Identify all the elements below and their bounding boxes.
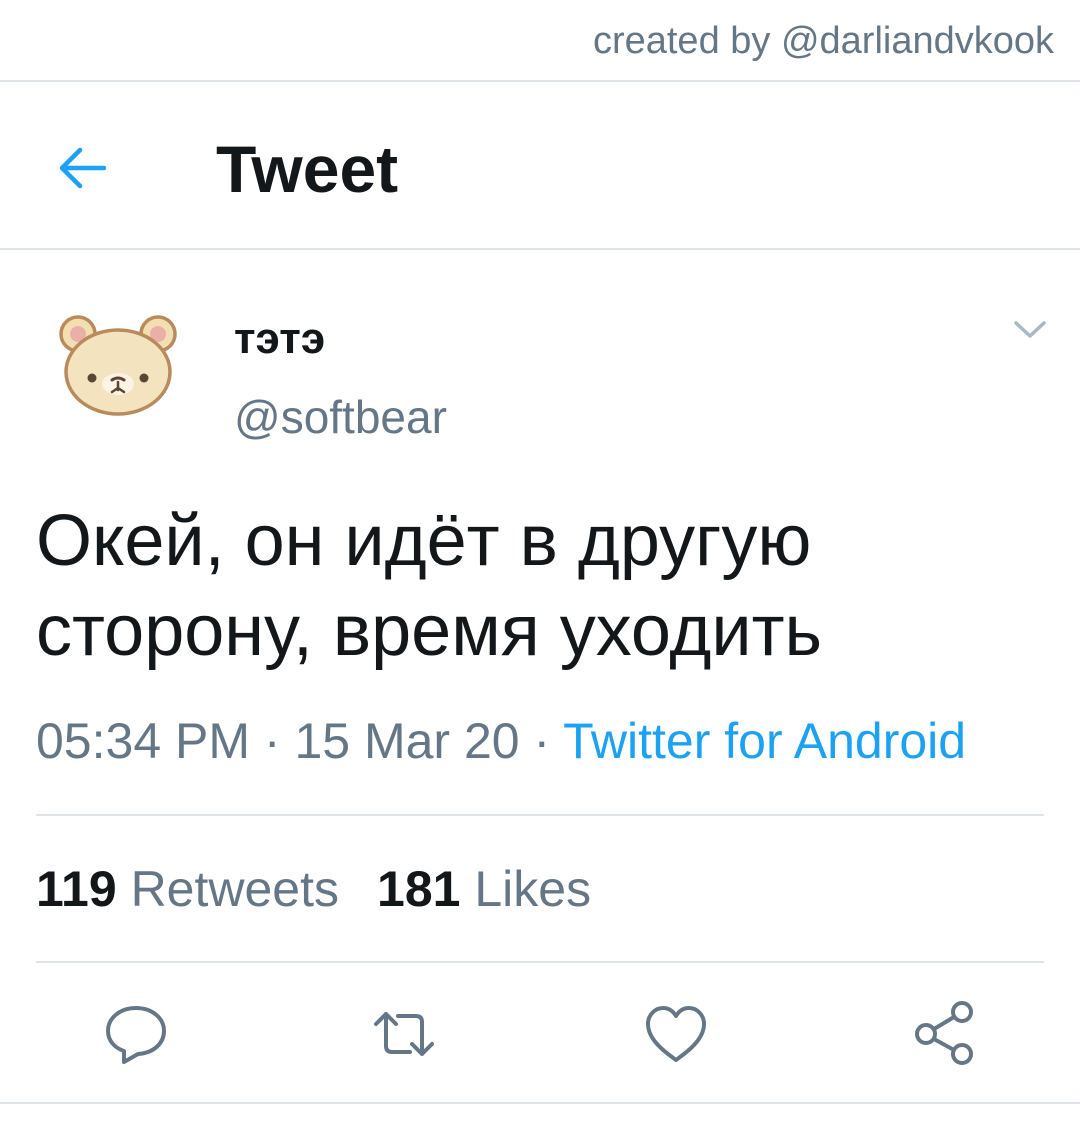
- stats-divider: [36, 961, 1044, 963]
- bottom-divider: [0, 1102, 1080, 1104]
- header-divider: [0, 248, 1080, 250]
- author-display-name[interactable]: тэтэ: [234, 314, 325, 364]
- bear-face-icon: [59, 315, 177, 416]
- heart-icon: [646, 1006, 706, 1062]
- tweet-text-line-2: сторону, время уходить: [36, 591, 823, 671]
- retweet-button[interactable]: [366, 996, 442, 1072]
- tweet-stats: 119 Retweets 181 Likes: [36, 860, 591, 918]
- arrow-left-icon: [59, 147, 107, 189]
- reply-button[interactable]: [98, 996, 174, 1072]
- retweets-stat[interactable]: 119 Retweets: [36, 861, 339, 917]
- tweet-source-link[interactable]: Twitter for Android: [563, 713, 966, 769]
- likes-count: 181: [377, 861, 461, 917]
- tweet-menu-button[interactable]: [1010, 312, 1050, 346]
- tweet-text-line-1: Окей, он идёт в другую: [36, 501, 812, 581]
- watermark-credit: created by @darliandvkook: [592, 20, 1054, 62]
- top-divider: [0, 80, 1080, 82]
- retweets-label: Retweets: [130, 861, 340, 917]
- chevron-down-icon: [1014, 321, 1046, 338]
- share-icon: [915, 1001, 973, 1065]
- meta-divider: [36, 814, 1044, 816]
- tweet-date: 15 Mar 20: [294, 713, 520, 769]
- like-button[interactable]: [638, 996, 714, 1072]
- retweets-count: 119: [36, 861, 117, 917]
- meta-separator: ·: [519, 713, 564, 769]
- tweet-text: Окей, он идёт в другую сторону, время ух…: [36, 496, 1046, 676]
- back-button[interactable]: [52, 136, 116, 200]
- likes-stat[interactable]: 181 Likes: [377, 861, 591, 917]
- meta-separator: ·: [250, 713, 295, 769]
- retweet-icon: [374, 1012, 434, 1056]
- avatar[interactable]: [56, 312, 180, 420]
- tweet-time: 05:34 PM: [36, 713, 251, 769]
- page-title: Tweet: [216, 132, 399, 206]
- tweet-meta: 05:34 PM · 15 Mar 20 · Twitter for Andro…: [36, 712, 966, 770]
- share-button[interactable]: [906, 996, 982, 1072]
- author-handle[interactable]: @softbear: [234, 390, 447, 444]
- reply-icon: [106, 1006, 166, 1064]
- likes-label: Likes: [474, 861, 592, 917]
